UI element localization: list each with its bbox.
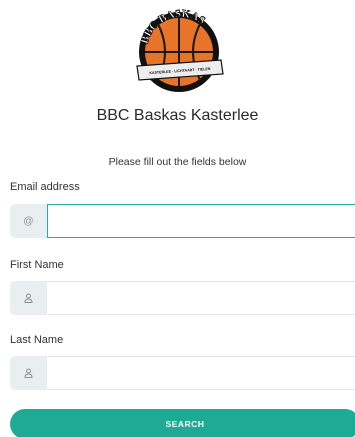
form-instructions: Please fill out the fields below: [108, 156, 247, 168]
search-button[interactable]: Search: [10, 409, 355, 437]
first-name-label: First Name: [10, 259, 64, 271]
club-logo: BBC BASKAS KASTERLEE · LICHTAART · TIELE…: [136, 8, 224, 92]
email-input[interactable]: [47, 204, 355, 238]
first-name-input[interactable]: [47, 281, 355, 315]
last-name-input[interactable]: [47, 356, 355, 390]
last-name-label: Last Name: [10, 334, 64, 346]
email-label: Email address: [10, 181, 80, 193]
last-name-input-group: [10, 356, 355, 390]
email-input-group: @: [10, 204, 355, 238]
registration-page: BBC BASKAS KASTERLEE · LICHTAART · TIELE…: [0, 0, 355, 437]
user-icon: [10, 356, 47, 390]
first-name-input-group: [10, 281, 355, 315]
user-icon: [10, 281, 47, 315]
at-icon: @: [10, 204, 47, 238]
org-name: BBC Baskas Kasterlee: [96, 107, 259, 124]
